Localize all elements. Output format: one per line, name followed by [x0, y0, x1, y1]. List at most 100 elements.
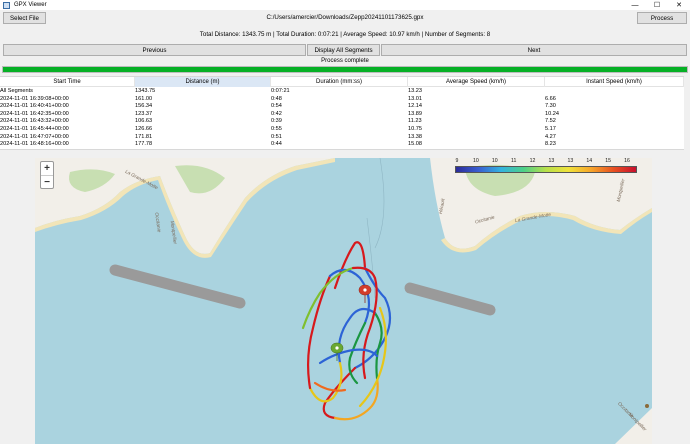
table-cell: 2024-11-01 16:42:35+00:00 — [0, 110, 69, 117]
progress-label: Process complete — [321, 58, 369, 64]
table-cell: 8.23 — [545, 141, 556, 148]
start-marker-icon — [330, 342, 344, 361]
table-cell: 2024-11-01 16:43:32+00:00 — [0, 118, 69, 125]
table-cell: 0:54 — [271, 103, 282, 110]
select-file-button[interactable]: Select File — [3, 12, 46, 24]
table-cell: 7.52 — [545, 118, 556, 125]
table-row[interactable]: 2024-11-01 16:45:44+00:00 126.66 0:55 10.75… — [0, 126, 684, 134]
table-cell: 126.66 — [135, 126, 153, 132]
jetty-east — [404, 282, 496, 316]
legend-tick-label: 15 — [605, 158, 611, 164]
table-cell: 2024-11-01 16:48:16+00:00 — [0, 141, 69, 148]
table-cell: 123.37 — [135, 110, 153, 117]
table-cell: 106.63 — [135, 118, 153, 125]
map-canvas — [35, 158, 652, 444]
table-row[interactable]: 2024-11-01 16:47:07+00:00 171.81 0:51 13.38… — [0, 134, 684, 142]
track-segment — [333, 376, 379, 421]
table-cell: 14.37 — [408, 149, 422, 150]
legend-tick-label: 9 — [455, 158, 459, 164]
previous-button[interactable]: Previous — [3, 44, 306, 56]
table-cell: 13.01 — [408, 95, 422, 102]
legend-tick-label: 10 — [472, 158, 479, 164]
window-controls: — ☐ ✕ — [624, 0, 690, 10]
legend-tick-label: 12 — [529, 158, 536, 164]
table-cell: 15.08 — [408, 141, 422, 148]
table-cell: 320.15 — [135, 149, 152, 150]
table-cell: All Segments — [0, 88, 33, 94]
jetty-west — [109, 264, 246, 309]
table-cell: 2024-11-01 16:39:08+00:00 — [0, 95, 69, 102]
progress-bar — [2, 66, 688, 73]
table-cell: 4.27 — [545, 133, 556, 140]
speed-legend-colorbar — [455, 166, 637, 173]
table-cell: 13.38 — [408, 133, 422, 140]
column-header-distance[interactable]: Distance (m) — [135, 77, 271, 87]
table-cell: 11.23 — [408, 118, 422, 125]
next-button[interactable]: Next — [381, 44, 687, 56]
table-row[interactable]: 2024-11-01 16:49:16+00:00 320.15 1:48 14.37… — [0, 148, 684, 150]
gps-track — [301, 241, 392, 421]
table-cell: 0:55 — [271, 126, 282, 132]
segments-table: Start Time Distance (m) Duration (mm:ss)… — [0, 76, 684, 150]
table-cell: 1343.75 — [135, 88, 156, 94]
table-cell: 2024-11-01 16:47:07+00:00 — [0, 133, 69, 140]
table-cell: 2024-11-01 16:49:16+00:00 — [0, 149, 69, 150]
zoom-in-button[interactable]: + — [41, 162, 53, 175]
table-cell: 6.30 — [545, 149, 556, 150]
table-row[interactable]: 2024-11-01 16:42:35+00:00 123.37 0:42 13.89… — [0, 111, 684, 119]
table-cell: 7.30 — [545, 103, 556, 110]
legend-tick-label: 11 — [510, 158, 517, 164]
app-icon — [3, 1, 10, 9]
table-row[interactable]: 2024-11-01 16:43:32+00:00 106.63 0:39 11.23… — [0, 118, 684, 126]
table-row[interactable]: All Segments 1343.75 0:07:21 13.23 — [0, 88, 684, 96]
table-cell: 0:39 — [271, 118, 282, 125]
legend-tick-label: 10 — [491, 158, 498, 164]
table-scrollbar[interactable] — [684, 76, 690, 150]
table-cell: 156.34 — [135, 103, 153, 110]
table-cell: 0:48 — [271, 95, 282, 102]
track-segment — [333, 241, 367, 290]
process-button[interactable]: Process — [637, 12, 687, 24]
file-path-label: C:/Users/amercier/Downloads/Zepp20241101… — [266, 14, 424, 21]
table-cell: 13.89 — [408, 110, 422, 117]
column-header-average-speed[interactable]: Average Speed (km/h) — [408, 77, 545, 87]
zoom-control: + − — [40, 161, 54, 189]
table-cell: 10.75 — [408, 126, 422, 132]
legend-tick-label: 14 — [586, 158, 593, 164]
table-cell: 177.78 — [135, 141, 153, 148]
speed-legend-ticks: 9 10 10 11 12 13 13 14 15 16 — [452, 158, 632, 165]
table-cell: 2024-11-01 16:40:41+00:00 — [0, 103, 69, 110]
window-titlebar: GPX Viewer — ☐ ✕ — [0, 0, 690, 10]
display-all-segments-button[interactable]: Display All Segments — [307, 44, 380, 56]
legend-tick-label: 16 — [624, 158, 630, 164]
table-cell: 6.66 — [545, 95, 556, 102]
summary-label: Total Distance: 1343.75 m | Total Durati… — [199, 31, 491, 38]
track-segment — [322, 366, 357, 420]
table-row[interactable]: 2024-11-01 16:48:16+00:00 177.78 0:44 15.08… — [0, 141, 684, 149]
zoom-out-button[interactable]: − — [41, 175, 53, 188]
close-button[interactable]: ✕ — [668, 0, 690, 10]
track-segment — [337, 307, 377, 365]
table-cell: 0:07:21 — [271, 88, 290, 94]
map-poi-icon — [645, 404, 649, 408]
column-header-duration[interactable]: Duration (mm:ss) — [271, 77, 408, 87]
window-title: GPX Viewer — [14, 2, 47, 8]
table-row[interactable]: 2024-11-01 16:39:08+00:00 161.00 0:48 13.01… — [0, 96, 684, 104]
table-cell: 12.14 — [408, 103, 422, 110]
table-header: Start Time Distance (m) Duration (mm:ss)… — [0, 77, 684, 87]
column-header-start-time[interactable]: Start Time — [0, 77, 135, 87]
column-header-instant-speed[interactable]: Instant Speed (km/h) — [545, 77, 684, 87]
minimize-button[interactable]: — — [624, 0, 646, 10]
table-row[interactable]: 2024-11-01 16:40:41+00:00 156.34 0:54 12.14… — [0, 103, 684, 111]
maximize-button[interactable]: ☐ — [646, 0, 668, 10]
table-cell: 5.17 — [545, 126, 556, 132]
land-southeast — [615, 408, 652, 444]
table-cell: 0:51 — [271, 133, 282, 140]
legend-tick-label: 13 — [567, 158, 574, 164]
table-cell: 1:48 — [271, 149, 282, 150]
legend-tick-label: 13 — [548, 158, 555, 164]
map-view[interactable]: La Grande-Motte Occitanie Montpellier Hé… — [35, 158, 652, 444]
table-cell: 0:42 — [271, 110, 282, 117]
table-cell: 0:44 — [271, 141, 282, 148]
track-segment — [301, 266, 355, 330]
